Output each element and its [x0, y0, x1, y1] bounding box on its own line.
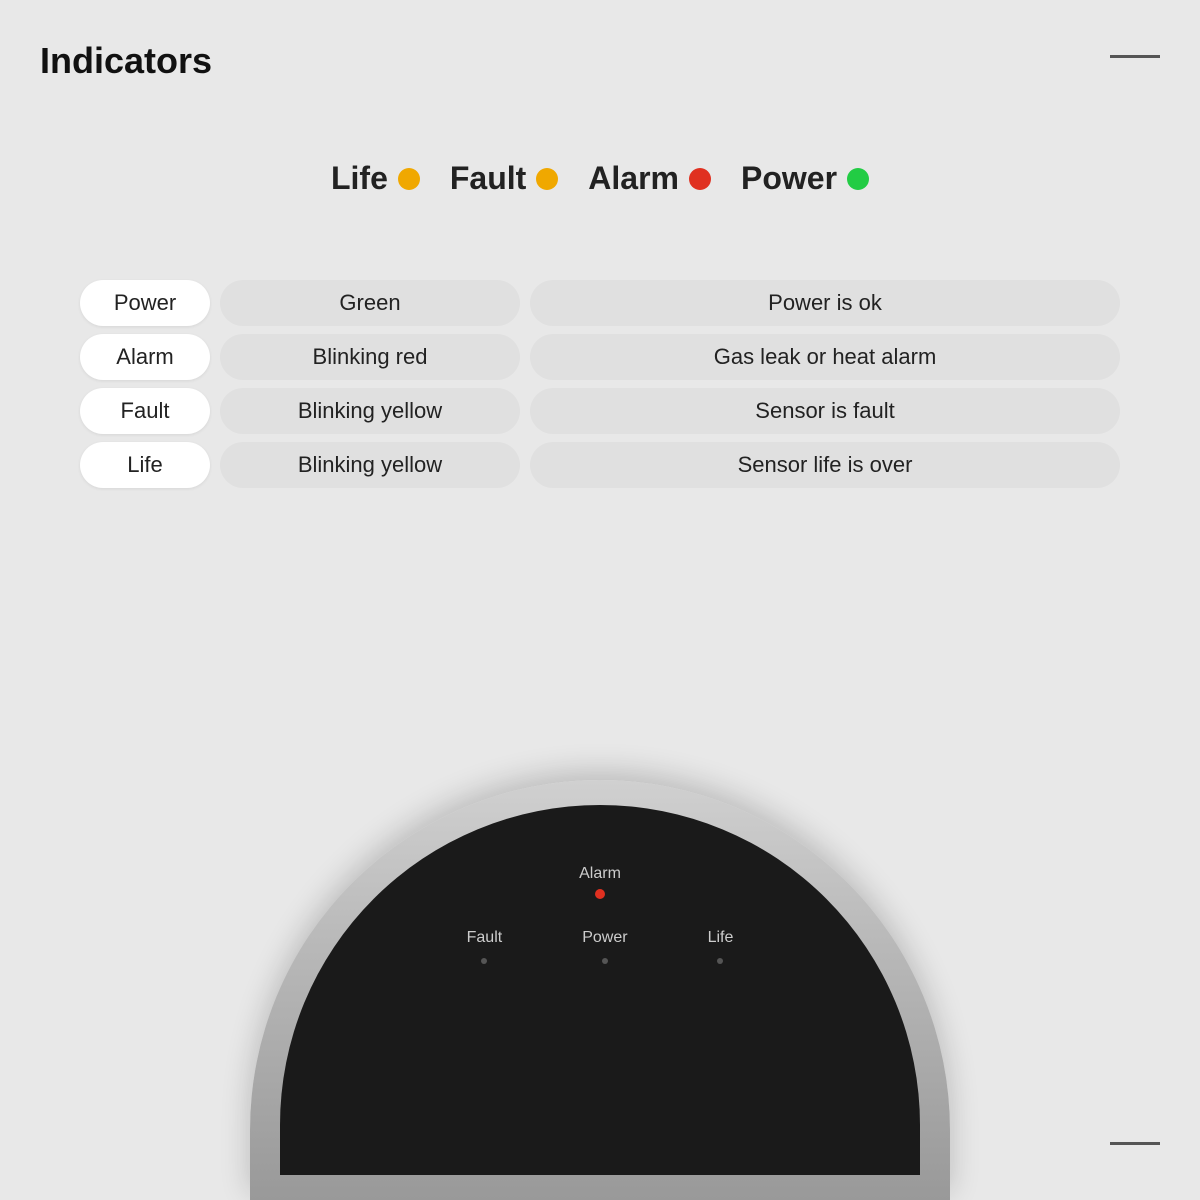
- legend-dot-alarm: [689, 168, 711, 190]
- page-title: Indicators: [40, 40, 212, 82]
- row-desc-1: Gas leak or heat alarm: [530, 334, 1120, 380]
- device-bottom-item-life: Life: [708, 929, 734, 964]
- row-label-1: Alarm: [80, 334, 210, 380]
- table-row: AlarmBlinking redGas leak or heat alarm: [80, 334, 1120, 380]
- device-bottom-item-power: Power: [582, 929, 627, 964]
- row-label-0: Power: [80, 280, 210, 326]
- device-section: Alarm Fault Power Life: [0, 640, 1200, 1200]
- device-alarm-label: Alarm: [579, 865, 621, 883]
- device-inner: Alarm Fault Power Life: [280, 805, 920, 1175]
- row-label-3: Life: [80, 442, 210, 488]
- table-row: LifeBlinking yellowSensor life is over: [80, 442, 1120, 488]
- table-row: PowerGreenPower is ok: [80, 280, 1120, 326]
- device-alarm-section: Alarm: [579, 865, 621, 899]
- device-outer: Alarm Fault Power Life: [250, 780, 950, 1200]
- legend-item-power: Power: [741, 160, 869, 197]
- legend-dot-life: [398, 168, 420, 190]
- legend-item-fault: Fault: [450, 160, 558, 197]
- legend-item-life: Life: [331, 160, 420, 197]
- row-label-2: Fault: [80, 388, 210, 434]
- legend-dot-power: [847, 168, 869, 190]
- legend-dot-fault: [536, 168, 558, 190]
- device-bottom-label-1: Power: [582, 929, 627, 947]
- device-bottom-row: Fault Power Life: [467, 929, 734, 964]
- indicators-table: PowerGreenPower is ok AlarmBlinking redGa…: [80, 280, 1120, 496]
- row-desc-2: Sensor is fault: [530, 388, 1120, 434]
- legend-label-alarm: Alarm: [588, 160, 679, 197]
- table-row: FaultBlinking yellowSensor is fault: [80, 388, 1120, 434]
- device-alarm-dot: [595, 889, 605, 899]
- row-color-0: Green: [220, 280, 520, 326]
- legend-row: Life Fault Alarm Power: [0, 160, 1200, 197]
- device-bottom-item-fault: Fault: [467, 929, 503, 964]
- legend-label-power: Power: [741, 160, 837, 197]
- row-color-1: Blinking red: [220, 334, 520, 380]
- legend-label-fault: Fault: [450, 160, 526, 197]
- device-bottom-label-2: Life: [708, 929, 734, 947]
- row-color-2: Blinking yellow: [220, 388, 520, 434]
- device-bottom-dot-2: [717, 958, 723, 964]
- device-bottom-label-0: Fault: [467, 929, 503, 947]
- row-desc-3: Sensor life is over: [530, 442, 1120, 488]
- row-desc-0: Power is ok: [530, 280, 1120, 326]
- row-color-3: Blinking yellow: [220, 442, 520, 488]
- device-bottom-dot-1: [602, 958, 608, 964]
- legend-label-life: Life: [331, 160, 388, 197]
- device-bottom-dot-0: [481, 958, 487, 964]
- legend-item-alarm: Alarm: [588, 160, 711, 197]
- deco-line-top-right: [1110, 55, 1160, 58]
